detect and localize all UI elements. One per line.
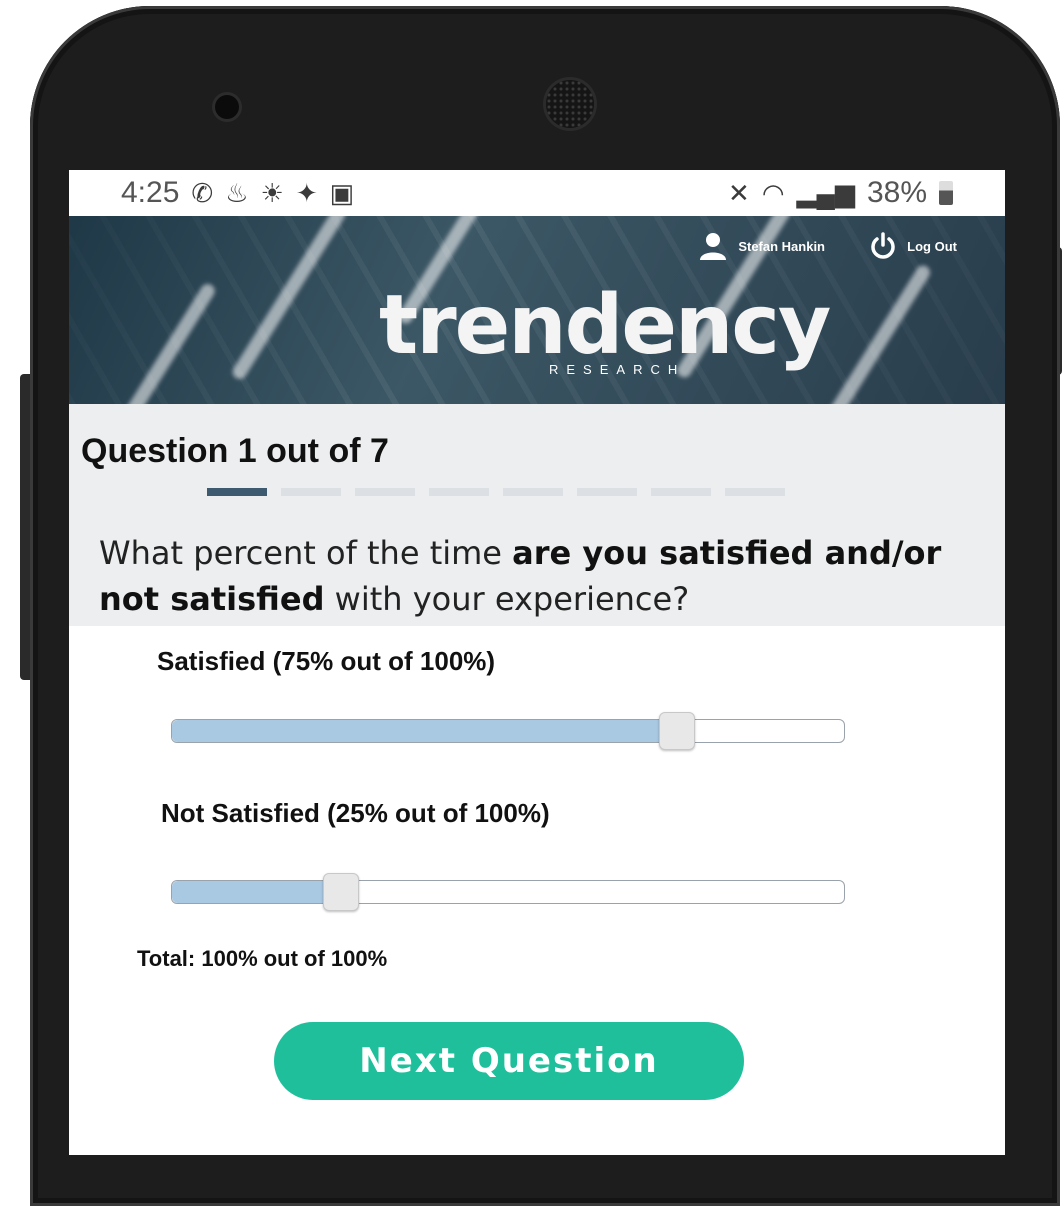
twitter-icon: ✦ [295, 177, 318, 208]
logo-subtext: RESEARCH [549, 362, 686, 377]
status-right: ✕ ◠ ▂▄▆ 38% [728, 176, 953, 210]
progress-segment [577, 488, 637, 496]
question-progress [207, 488, 785, 496]
whatsapp-icon: ✆ [191, 177, 214, 208]
power-icon [871, 232, 895, 259]
next-question-button[interactable]: Next Question [274, 1022, 744, 1100]
progress-segment [651, 488, 711, 496]
notification-icon: ♨ [225, 177, 249, 208]
phone-screen: 4:25 ✆ ♨ ☀ ✦ ▣ ✕ ◠ ▂▄▆ 38% Stefan Hankin [69, 170, 1005, 1155]
signal-icon: ▂▄▆ [796, 177, 855, 208]
not-satisfied-slider-handle[interactable] [323, 873, 359, 911]
trendency-logo: trendency [379, 278, 831, 373]
wifi-icon: ◠ [761, 177, 785, 208]
weather-icon: ☀ [260, 177, 284, 208]
question-counter: Question 1 out of 7 [81, 432, 389, 470]
progress-segment [503, 488, 563, 496]
header-banner: Stefan Hankin Log Out trendency RESEARCH [69, 216, 1005, 404]
motion-streak [230, 216, 348, 382]
motion-streak [120, 281, 218, 404]
progress-segment [207, 488, 267, 496]
front-camera [215, 95, 239, 119]
satisfied-slider-fill [172, 720, 676, 742]
user-name: Stefan Hankin [738, 238, 825, 254]
progress-segment [281, 488, 341, 496]
status-time: 4:25 [121, 176, 180, 209]
question-panel: Question 1 out of 7 What percent of the … [69, 404, 1005, 626]
satisfied-slider-handle[interactable] [659, 712, 695, 750]
not-satisfied-label: Not Satisfied (25% out of 100%) [161, 798, 550, 828]
user-icon [700, 233, 727, 260]
battery-icon [939, 181, 953, 205]
status-left: 4:25 ✆ ♨ ☀ ✦ ▣ [121, 176, 354, 210]
satisfied-slider[interactable] [171, 712, 845, 750]
battery-percent: 38% [866, 176, 927, 209]
progress-segment [429, 488, 489, 496]
mute-icon: ✕ [728, 177, 750, 208]
question-text-part1: What percent of the time [99, 534, 513, 572]
question-text-part2: with your experience? [324, 580, 690, 618]
user-profile-link[interactable]: Stefan Hankin [698, 232, 825, 260]
status-bar: 4:25 ✆ ♨ ☀ ✦ ▣ ✕ ◠ ▂▄▆ 38% [69, 170, 1005, 216]
motion-streak [825, 262, 933, 404]
gallery-icon: ▣ [329, 177, 355, 208]
logout-button[interactable]: Log Out [869, 232, 957, 260]
not-satisfied-slider[interactable] [171, 873, 845, 911]
total-text: Total: 100% out of 100% [137, 946, 388, 971]
satisfied-label: Satisfied (75% out of 100%) [157, 646, 496, 676]
progress-segment [725, 488, 785, 496]
earpiece-speaker [546, 80, 594, 128]
progress-segment [355, 488, 415, 496]
logout-label: Log Out [907, 238, 957, 254]
question-text: What percent of the time are you satisfi… [99, 530, 959, 622]
not-satisfied-slider-fill [172, 881, 340, 903]
